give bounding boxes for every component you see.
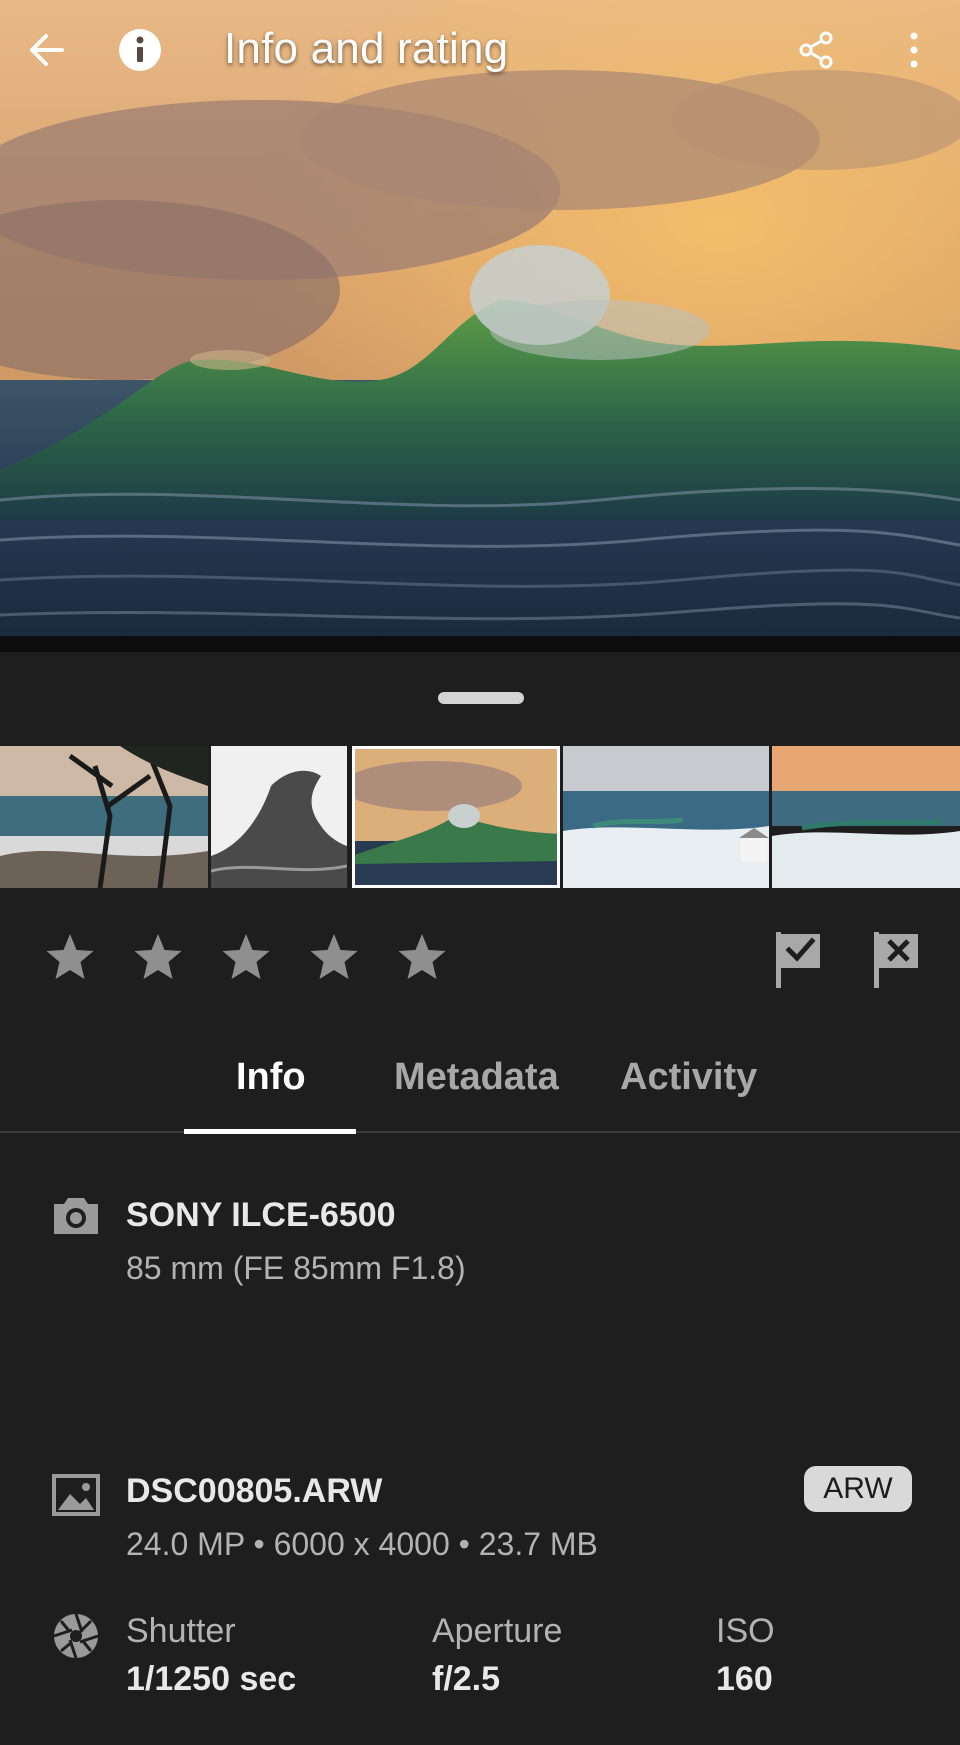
tab-activity[interactable]: Activity: [620, 1056, 757, 1099]
star-icon-2[interactable]: [128, 928, 188, 988]
info-tabs: Info Metadata Activity: [0, 1040, 960, 1134]
file-details: 24.0 MP • 6000 x 4000 • 23.7 MB: [126, 1526, 598, 1562]
format-badge: ARW: [804, 1466, 912, 1512]
shutter-label: Shutter: [126, 1612, 236, 1650]
page-title: Info and rating: [224, 24, 509, 73]
back-arrow-icon: [30, 34, 64, 66]
aperture-label: Aperture: [432, 1612, 563, 1650]
active-tab-indicator: [184, 1129, 356, 1134]
share-button[interactable]: [788, 22, 844, 78]
camera-model: SONY ILCE-6500: [126, 1196, 396, 1234]
thumbnail-3-selected[interactable]: [352, 746, 560, 888]
app-bar: Info and rating: [0, 0, 960, 104]
share-icon: [799, 31, 833, 69]
star-icon-4[interactable]: [304, 928, 364, 988]
thumbnail-image: [772, 746, 960, 888]
iso-value: 160: [716, 1660, 773, 1698]
info-button[interactable]: [112, 22, 168, 78]
photo-divider: [0, 636, 960, 652]
thumbnail-image: [211, 746, 347, 888]
info-icon: [119, 29, 161, 71]
thumbnail-1[interactable]: [0, 746, 208, 888]
thumbnail-image: [352, 746, 560, 888]
more-vert-icon: [910, 32, 918, 68]
tab-divider: [0, 1131, 960, 1133]
tab-metadata[interactable]: Metadata: [394, 1056, 559, 1099]
iso-label: ISO: [716, 1612, 775, 1650]
lens-info: 85 mm (FE 85mm F1.8): [126, 1250, 466, 1286]
thumbnail-4[interactable]: [563, 746, 769, 888]
image-file-icon: [52, 1474, 100, 1516]
aperture-icon: [53, 1613, 99, 1659]
star-icon-3[interactable]: [216, 928, 276, 988]
star-icon-1[interactable]: [40, 928, 100, 988]
back-button[interactable]: [18, 22, 74, 78]
more-options-button[interactable]: [886, 22, 942, 78]
flag-reject-icon[interactable]: [870, 928, 926, 992]
thumbnail-2[interactable]: [211, 746, 347, 888]
shutter-value: 1/1250 sec: [126, 1660, 297, 1698]
tab-info[interactable]: Info: [236, 1056, 306, 1099]
camera-icon: [54, 1198, 98, 1234]
sheet-drag-handle[interactable]: [438, 692, 524, 704]
thumbnail-5[interactable]: [772, 746, 960, 888]
file-name: DSC00805.ARW: [126, 1472, 383, 1510]
star-icon-5[interactable]: [392, 928, 452, 988]
thumbnail-image: [563, 746, 769, 888]
photo-preview[interactable]: Info and rating: [0, 0, 960, 640]
thumbnail-image: [0, 746, 208, 888]
flag-pick-icon[interactable]: [772, 928, 828, 992]
aperture-value: f/2.5: [432, 1660, 501, 1698]
filmstrip: [0, 746, 960, 888]
